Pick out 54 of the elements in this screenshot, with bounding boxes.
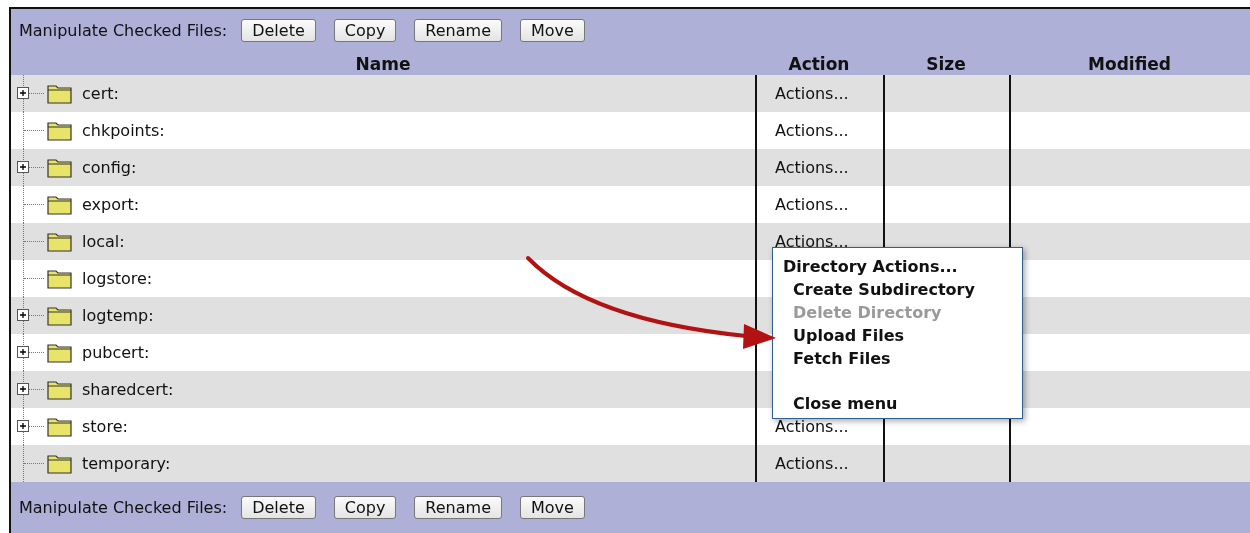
folder-icon [47, 82, 73, 105]
column-header: Modified [1087, 52, 1172, 75]
folder-name[interactable]: export: [82, 194, 140, 214]
expand-icon[interactable] [17, 87, 29, 100]
folder-icon [47, 267, 73, 290]
actions-link[interactable]: Actions... [775, 120, 849, 140]
expand-icon[interactable] [17, 420, 29, 433]
actions-link[interactable]: Actions... [775, 194, 849, 214]
folder-name[interactable]: logtemp: [82, 305, 154, 325]
toolbar-button[interactable]: Move [520, 495, 585, 519]
expand-icon[interactable] [17, 383, 29, 396]
expand-icon[interactable] [17, 309, 29, 322]
menu-item[interactable]: Create Subdirectory [783, 278, 1014, 301]
folder-name[interactable]: store: [82, 416, 128, 436]
expand-icon[interactable] [17, 161, 29, 174]
folder-name[interactable]: cert: [82, 83, 119, 103]
folder-name[interactable]: logstore: [82, 268, 153, 288]
actions-link[interactable]: Actions... [775, 416, 849, 436]
column-header: Size [925, 52, 967, 75]
folder-icon [47, 230, 73, 253]
column-header: Name [354, 52, 412, 75]
folder-icon [47, 415, 73, 438]
folder-name[interactable]: config: [82, 157, 137, 177]
folder-name[interactable]: chkpoints: [82, 120, 165, 140]
actions-link[interactable]: Actions... [775, 157, 849, 177]
folder-icon [47, 193, 73, 216]
menu-heading: Directory Actions... [783, 256, 959, 278]
toolbar-label: Manipulate Checked Files: [19, 497, 228, 517]
toolbar-button[interactable]: Rename [414, 19, 502, 43]
expand-icon[interactable] [17, 346, 29, 359]
folder-name[interactable]: pubcert: [82, 342, 150, 362]
toolbar-button[interactable]: Delete [241, 495, 316, 519]
column-header: Action [787, 52, 851, 75]
actions-link[interactable]: Actions... [775, 83, 849, 103]
toolbar-button[interactable]: Delete [241, 19, 316, 43]
menu-item[interactable]: Close menu [783, 392, 1014, 415]
toolbar-label: Manipulate Checked Files: [19, 21, 228, 41]
folder-name[interactable]: temporary: [82, 453, 171, 473]
toolbar-button[interactable]: Copy [333, 19, 397, 43]
folder-name[interactable]: local: [82, 231, 125, 251]
folder-icon [47, 452, 73, 475]
menu-item[interactable]: Fetch Files [783, 347, 1014, 370]
actions-link[interactable]: Actions... [775, 453, 849, 473]
folder-icon [47, 304, 73, 327]
folder-icon [47, 156, 73, 179]
toolbar-button[interactable]: Copy [333, 495, 397, 519]
menu-item[interactable]: Upload Files [783, 324, 1014, 347]
toolbar-button[interactable]: Rename [414, 495, 502, 519]
folder-name[interactable]: sharedcert: [82, 379, 174, 399]
folder-icon [47, 341, 73, 364]
folder-icon [47, 119, 73, 142]
folder-icon [47, 378, 73, 401]
actions-link[interactable]: Actions... [775, 231, 849, 251]
toolbar-button[interactable]: Move [520, 19, 585, 43]
